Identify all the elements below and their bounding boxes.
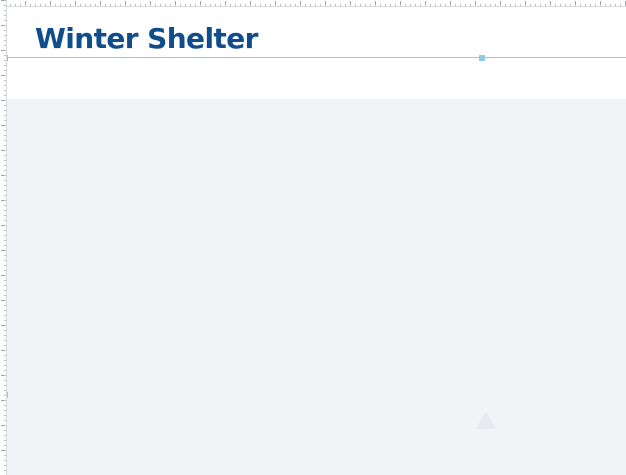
- guide-handle-middle[interactable]: [479, 55, 485, 61]
- page-title: Winter Shelter: [35, 22, 258, 55]
- design-canvas: Winter Shelter: [0, 0, 626, 475]
- content-area: [7, 99, 626, 475]
- top-ruler[interactable]: [0, 0, 626, 7]
- triangle-icon: [476, 411, 496, 429]
- horizontal-guide-line[interactable]: [0, 57, 626, 58]
- header-section: Winter Shelter: [7, 7, 626, 99]
- left-ruler[interactable]: [0, 0, 7, 475]
